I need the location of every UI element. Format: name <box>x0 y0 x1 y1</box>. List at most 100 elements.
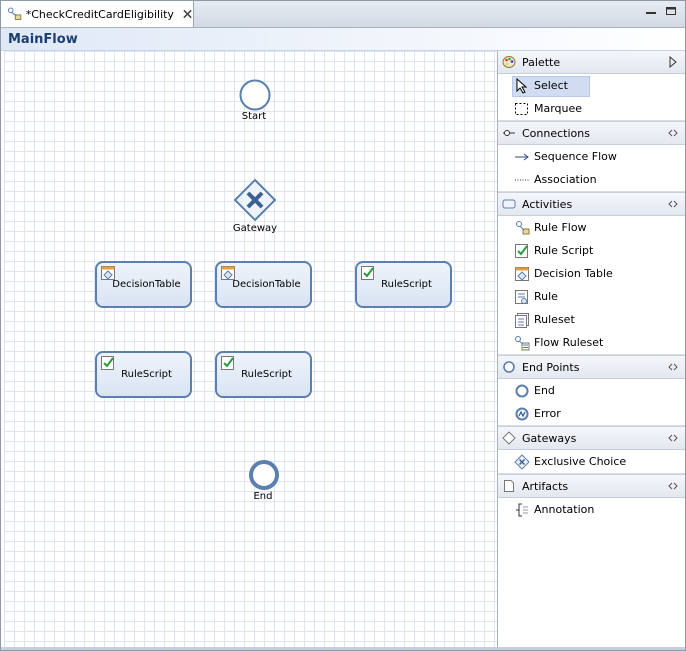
rule-script-icon <box>221 356 234 370</box>
palette-item-end[interactable]: End <box>498 379 685 402</box>
flow-ruleset-icon <box>515 335 530 350</box>
annotation-icon <box>516 503 528 516</box>
dotted-line-icon <box>515 179 529 180</box>
tool-label: Select <box>534 79 568 92</box>
palette-group-end-points[interactable]: End Points <box>498 355 685 379</box>
palette-item-ruleset[interactable]: Ruleset <box>498 308 685 331</box>
item-label: Decision Table <box>534 267 613 280</box>
activity-label: RuleScript <box>121 369 172 380</box>
activity-label: RuleScript <box>241 369 292 380</box>
activity-rule-script-1[interactable]: RuleScript <box>355 261 452 308</box>
collapse-arrows-icon[interactable] <box>667 480 679 492</box>
palette-group-gateways[interactable]: Gateways <box>498 426 685 450</box>
arrow-right-icon <box>515 153 529 160</box>
maximize-icon[interactable] <box>665 6 677 16</box>
window-controls <box>645 6 677 16</box>
palette-item-association[interactable]: Association <box>498 168 685 191</box>
palette-title: Palette <box>522 55 561 69</box>
collapse-palette-icon[interactable] <box>667 56 679 68</box>
close-icon[interactable] <box>182 8 193 20</box>
rule-script-icon <box>361 266 374 280</box>
arrow-pointer-icon <box>516 77 528 94</box>
rule-icon <box>515 289 528 304</box>
group-label: Activities <box>522 197 573 211</box>
activity-decision-table-2[interactable]: DecisionTable <box>215 261 312 308</box>
end-point-icon <box>503 361 515 373</box>
item-label: Association <box>534 173 597 186</box>
editor-tab[interactable]: *CheckCreditCardEligibility <box>1 1 194 27</box>
palette-item-decision-table[interactable]: Decision Table <box>498 262 685 285</box>
group-label: End Points <box>522 360 580 374</box>
editor-tab-bar: *CheckCreditCardEligibility <box>1 1 685 28</box>
palette-group-artifacts[interactable]: Artifacts <box>498 474 685 498</box>
palette-item-error[interactable]: Error <box>498 402 685 425</box>
tool-label: Marquee <box>534 102 583 115</box>
artifacts-items: Annotation <box>498 498 685 521</box>
activity-decision-table-1[interactable]: DecisionTable <box>95 261 192 308</box>
rule-script-icon <box>101 356 114 370</box>
palette-header[interactable]: Palette <box>498 51 685 74</box>
rule-script-icon <box>515 243 528 258</box>
gateways-items: Exclusive Choice <box>498 450 685 474</box>
palette-group-connections[interactable]: Connections <box>498 121 685 145</box>
decision-table-icon <box>221 266 235 280</box>
bottom-tab-strip <box>1 647 685 650</box>
palette-item-sequence-flow[interactable]: Sequence Flow <box>498 145 685 168</box>
minimize-icon[interactable] <box>645 6 657 16</box>
palette-item-rule-flow[interactable]: Rule Flow <box>498 216 685 239</box>
editor-tab-title: *CheckCreditCardEligibility <box>25 7 174 21</box>
palette-tools: Select Marquee <box>498 74 685 121</box>
palette-item-flow-ruleset[interactable]: Flow Ruleset <box>498 331 685 354</box>
tool-marquee[interactable]: Marquee <box>498 97 685 120</box>
activities-items: Rule Flow Rule Script Decision Table Rul… <box>498 216 685 355</box>
decision-table-icon <box>515 266 529 281</box>
palette-item-annotation[interactable]: Annotation <box>498 498 685 521</box>
item-label: Sequence Flow <box>534 150 617 163</box>
palette-item-exclusive-choice[interactable]: Exclusive Choice <box>498 450 685 473</box>
connections-icon <box>503 130 515 136</box>
collapse-arrows-icon[interactable] <box>667 361 679 373</box>
gateway-node[interactable] <box>233 178 277 222</box>
editor-window: *CheckCreditCardEligibility MainFlow Sta… <box>0 0 686 651</box>
collapse-arrows-icon[interactable] <box>667 432 679 444</box>
activity-box-icon <box>502 199 516 209</box>
group-label: Artifacts <box>522 479 569 493</box>
diagram-header: MainFlow <box>1 28 685 51</box>
item-label: Flow Ruleset <box>534 336 604 349</box>
item-label: Annotation <box>534 503 595 516</box>
collapse-arrows-icon[interactable] <box>667 127 679 139</box>
diagram-canvas[interactable]: Start Gateway DecisionTable DecisionTabl… <box>4 51 498 649</box>
connections-items: Sequence Flow Association <box>498 145 685 192</box>
marquee-icon <box>515 102 528 115</box>
palette-icon <box>502 56 516 68</box>
start-label: Start <box>241 111 267 122</box>
end-label: End <box>253 491 273 502</box>
exclusive-choice-icon <box>514 453 530 470</box>
group-label: Gateways <box>522 431 577 445</box>
palette-item-rule-script[interactable]: Rule Script <box>498 239 685 262</box>
item-label: End <box>534 384 555 397</box>
tool-select[interactable]: Select <box>498 74 685 97</box>
activity-label: DecisionTable <box>112 279 181 290</box>
end-event[interactable] <box>247 458 281 492</box>
palette-item-rule[interactable]: Rule <box>498 285 685 308</box>
decision-table-icon <box>101 266 115 280</box>
collapse-arrows-icon[interactable] <box>667 198 679 210</box>
palette-panel: Palette Select Marquee Connections Seque… <box>498 51 685 649</box>
palette-group-activities[interactable]: Activities <box>498 192 685 216</box>
gateway-icon <box>502 431 516 445</box>
group-label: Connections <box>522 126 590 140</box>
start-event[interactable] <box>238 78 272 112</box>
document-icon <box>504 480 514 492</box>
activity-rule-script-2[interactable]: RuleScript <box>95 351 192 398</box>
activity-label: DecisionTable <box>232 279 301 290</box>
activity-rule-script-3[interactable]: RuleScript <box>215 351 312 398</box>
item-label: Rule Script <box>534 244 594 257</box>
ruleset-icon <box>515 312 529 328</box>
item-label: Rule Flow <box>534 221 587 234</box>
ruleflow-icon <box>7 7 22 20</box>
item-label: Error <box>534 407 561 420</box>
error-icon <box>515 407 529 420</box>
gateway-label: Gateway <box>232 223 278 234</box>
activity-label: RuleScript <box>381 279 432 290</box>
